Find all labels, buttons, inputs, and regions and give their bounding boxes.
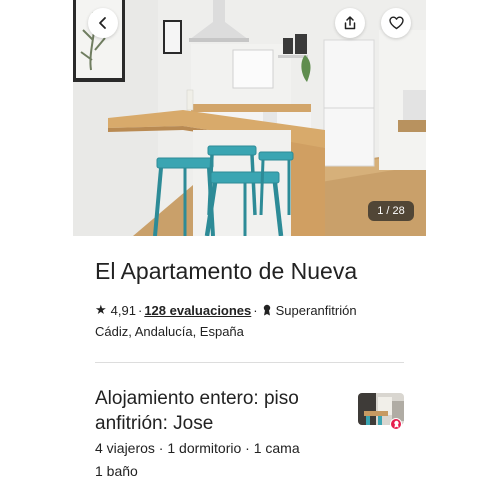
listing-screen: 1 / 28 El Apartamento de Nueva ★ 4,91 · … bbox=[73, 0, 426, 500]
rating-row: ★ 4,91 · 128 evaluaciones · Superanfitri… bbox=[95, 302, 357, 318]
share-button[interactable] bbox=[335, 8, 365, 38]
star-icon: ★ bbox=[95, 302, 107, 317]
share-icon bbox=[344, 16, 356, 30]
back-button[interactable] bbox=[88, 8, 118, 38]
listing-type: Alojamiento entero: piso anfitrión: Jose bbox=[95, 388, 299, 434]
save-button[interactable] bbox=[381, 8, 411, 38]
divider bbox=[95, 362, 404, 363]
rating-value: 4,91 bbox=[110, 302, 136, 318]
reviews-link[interactable]: 128 evaluaciones bbox=[144, 303, 251, 318]
location-link[interactable]: Cádiz, Andalucía, España bbox=[95, 324, 244, 339]
listing-photo[interactable]: 1 / 28 bbox=[73, 0, 426, 236]
superhost-medal-icon bbox=[262, 304, 272, 316]
chevron-left-icon bbox=[99, 17, 106, 29]
bathroom-details: 1 baño bbox=[95, 463, 138, 479]
separator: · bbox=[137, 302, 143, 318]
separator: · bbox=[253, 302, 258, 318]
photo-counter: 1 / 28 bbox=[368, 201, 414, 221]
superhost-badge-icon bbox=[390, 418, 402, 430]
host-status: Superanfitrión bbox=[275, 302, 357, 318]
heart-icon bbox=[388, 16, 404, 30]
capacity-details: 4 viajeros · 1 dormitorio · 1 cama bbox=[95, 440, 300, 456]
listing-title: El Apartamento de Nueva bbox=[95, 258, 358, 284]
